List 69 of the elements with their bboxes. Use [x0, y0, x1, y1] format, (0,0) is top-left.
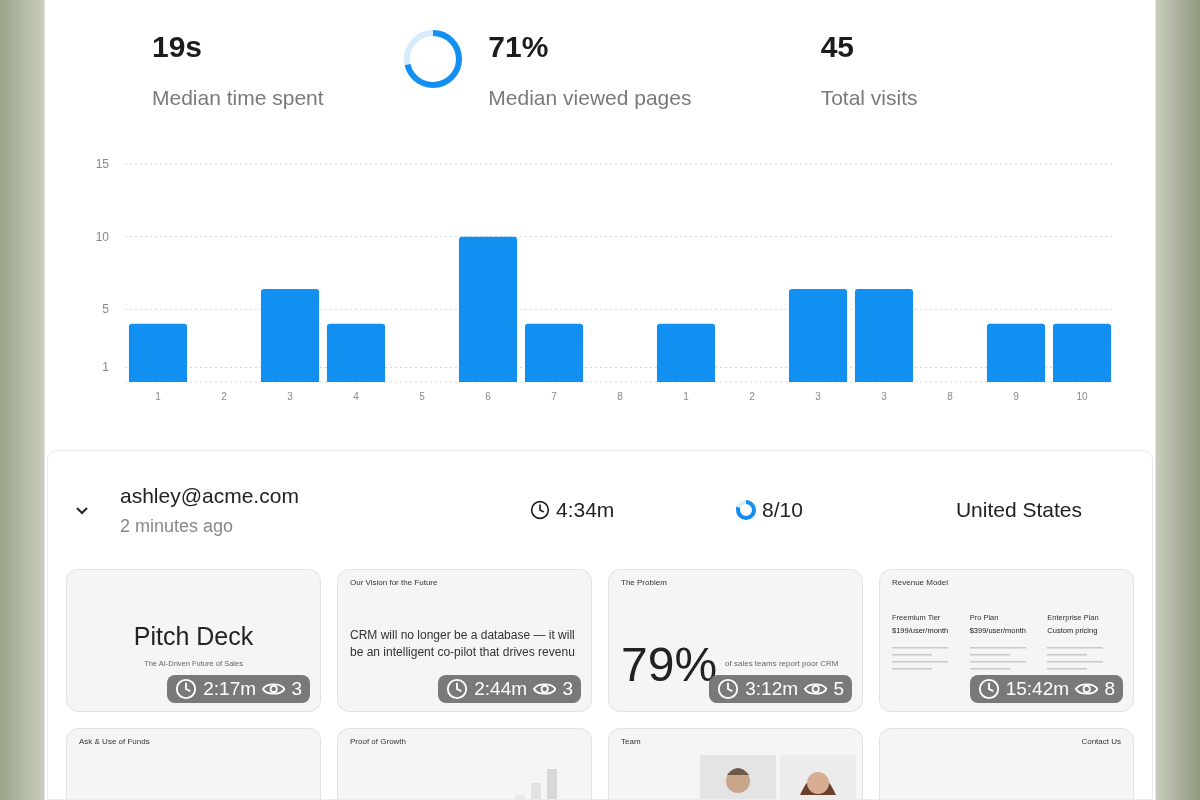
stat-value: 19s [152, 30, 204, 64]
views-count: 3 [562, 678, 573, 700]
eye-icon [804, 680, 828, 698]
visit-time: 2 minutes ago [120, 515, 235, 537]
axis-label: 6 [485, 391, 491, 402]
axis-label: 2 [221, 391, 227, 402]
country-text: United States [955, 498, 1082, 522]
axis-label: 8 [617, 391, 623, 402]
axis-label: 10 [95, 229, 109, 244]
stat-value: 71% [488, 30, 550, 64]
eye-icon [1075, 680, 1099, 698]
slide-thumbnail[interactable]: Contact Us [879, 728, 1134, 799]
slide-thumbnail[interactable]: Ask & Use of Funds [66, 728, 321, 799]
slide-title: Pitch Deck [133, 622, 254, 651]
eye-icon [262, 680, 286, 698]
axis-label: 1 [683, 391, 689, 402]
bar [1052, 323, 1112, 382]
slide-heading: Team [621, 737, 641, 746]
slide-thumbnail[interactable]: Team [608, 728, 863, 799]
slide-heading: Proof of Growth [350, 737, 407, 746]
slide-thumbnail[interactable]: Our Vision for the Future CRM will no longer be a database — it will be an intelligent co-pilot that drives revenu 2:44m 3 [337, 569, 592, 712]
eye-icon [533, 680, 557, 698]
views-count: 5 [833, 678, 844, 700]
stat-value: 45 [820, 30, 856, 64]
time-text: 15:42m [1005, 678, 1070, 700]
clock-icon [977, 678, 1000, 700]
slide-heading: Our Vision for the Future [350, 578, 438, 587]
axis-label: 10 [1076, 391, 1088, 402]
bar [986, 323, 1046, 382]
time-text: 2:44m [474, 678, 528, 700]
axis-label: 5 [102, 302, 109, 317]
slide-figure: 79% [621, 637, 718, 692]
axis-label: 2 [749, 391, 755, 402]
time-text: 3:12m [745, 678, 799, 700]
stat-label: Total visits [820, 86, 918, 110]
slide-heading: Contact Us [1081, 737, 1121, 746]
slide-text: CRM will no longer be a database — it will be an intelligent co-pilot that drives revenu [350, 627, 576, 661]
slide-heading: Ask & Use of Funds [79, 737, 150, 746]
slide-caption: of sales teams report poor CRM [725, 659, 839, 668]
clock-icon [717, 678, 740, 700]
axis-label: 8 [947, 391, 953, 402]
clock-icon [530, 500, 550, 520]
pages-viewed-text: 8/10 [762, 498, 803, 522]
axis-label: 3 [287, 391, 293, 402]
bar [128, 323, 188, 382]
bar [524, 323, 584, 382]
bar [326, 323, 386, 382]
views-count: 3 [291, 678, 302, 700]
axis-label: 9 [1013, 391, 1019, 402]
stat-label: Median viewed pages [488, 86, 692, 110]
axis-label: 3 [881, 391, 887, 402]
slide-heading: The Problem [621, 578, 667, 587]
axis-label: 1 [155, 391, 161, 402]
bar [656, 323, 716, 382]
axis-label: 7 [551, 391, 557, 402]
slide-heading: Revenue Model [892, 578, 949, 587]
visitor-email: ashley@acme.com [120, 483, 300, 508]
duration-text: 4:34m [556, 498, 615, 522]
axis-label: 3 [815, 391, 821, 402]
views-count: 8 [1104, 678, 1115, 700]
time-text: 2:17m [203, 678, 257, 700]
axis-label: 1 [102, 360, 109, 375]
axis-label: 15 [95, 157, 109, 171]
stat-label: Median time spent [152, 86, 324, 110]
clock-icon [446, 678, 469, 700]
slide-thumbnail[interactable]: Proof of Growth [337, 728, 592, 799]
axis-label: 4 [353, 391, 359, 402]
clock-icon [175, 678, 198, 700]
axis-label: 5 [419, 391, 425, 402]
